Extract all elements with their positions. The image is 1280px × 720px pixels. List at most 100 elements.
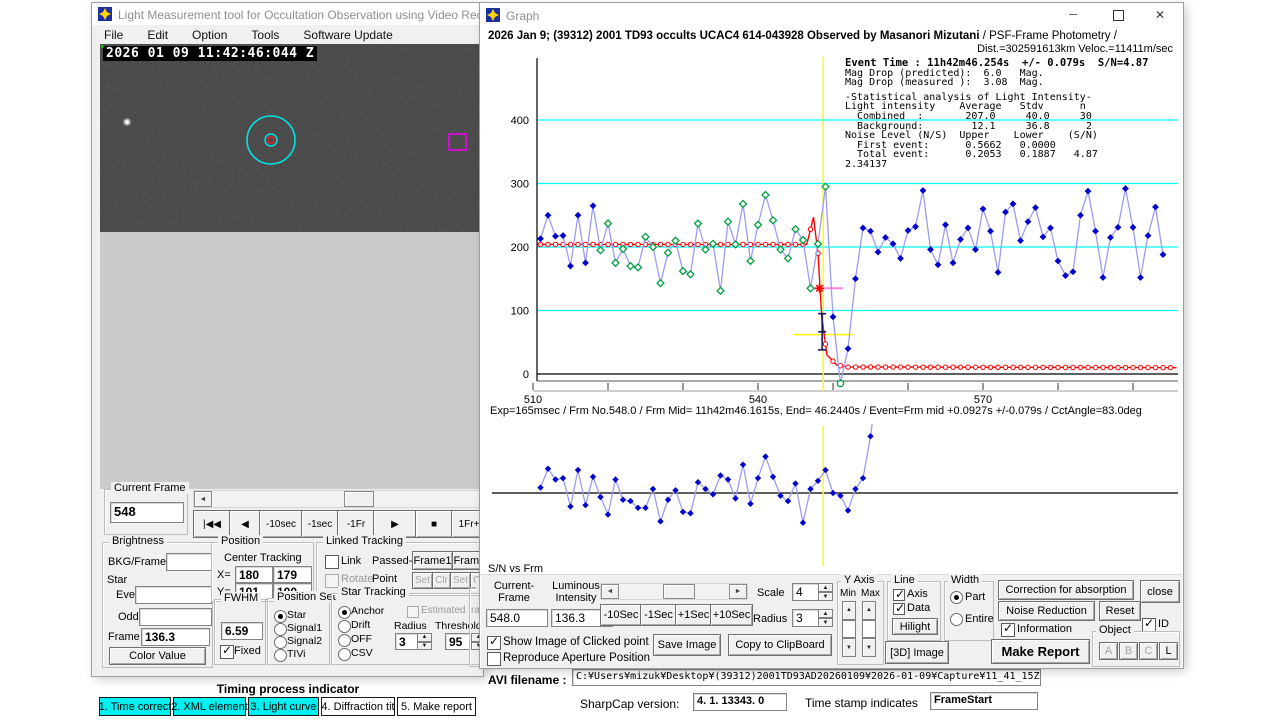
menu-tools[interactable]: Tools — [239, 26, 291, 44]
star-tracking-anchor-radio[interactable] — [338, 606, 351, 619]
current-frame-label: Current Frame — [111, 482, 189, 494]
set2-button[interactable]: Set — [450, 572, 471, 589]
graph-step-minus10sec-button[interactable]: -10Sec — [600, 604, 642, 626]
rotate-checkbox[interactable] — [325, 574, 339, 588]
scrollbar-thumb[interactable] — [344, 491, 374, 507]
reset-button[interactable]: Reset — [1099, 601, 1141, 621]
exposure-footer: Exp=165msec / Frm No.548.0 / Frm Mid= 11… — [490, 405, 1142, 417]
timestamp-indicates-field[interactable]: FrameStart — [930, 692, 1038, 710]
model-marker — [1101, 365, 1105, 369]
ytick-200: 200 — [511, 242, 529, 254]
star-tracking-csv-radio[interactable] — [338, 648, 351, 661]
close-window-button[interactable]: ✕ — [1140, 3, 1180, 27]
3d-image-button[interactable]: [3D] Image — [885, 641, 949, 664]
odd-field[interactable] — [139, 608, 212, 626]
object-b-button[interactable]: B — [1119, 642, 1138, 660]
star-tracking-label: Star Tracking — [338, 586, 409, 598]
estimated-track-checkbox[interactable] — [407, 606, 419, 618]
transport-minus-10sec-button[interactable]: -10sec — [259, 510, 303, 538]
position-set-tivi-radio[interactable] — [274, 649, 287, 662]
y-max-spinner[interactable]: ▲▼ — [862, 601, 876, 657]
reproduce-aperture-checkbox[interactable] — [487, 652, 501, 666]
graph-scrollbar-thumb[interactable] — [663, 584, 695, 599]
desktop: Light Measurement tool for Occultation O… — [0, 0, 1280, 720]
save-image-button[interactable]: Save Image — [653, 634, 721, 656]
position-label: Position — [218, 535, 263, 547]
set1-button[interactable]: Set — [412, 572, 433, 589]
position-set-group: Position Set StarSignal1Signal2TIVi — [267, 598, 330, 665]
residual-point — [597, 494, 603, 500]
transport-stop-button[interactable]: ■ — [415, 510, 453, 538]
video-frame[interactable]: 2026 01 09 11:42:46:044 Z — [100, 44, 480, 232]
sharpcap-version-field[interactable]: 4. 1. 13343. 0 — [693, 693, 787, 711]
frame-brightness-label: Frame — [108, 631, 140, 643]
menu-edit[interactable]: Edit — [135, 26, 180, 44]
x-tracking-field[interactable]: 179 — [273, 566, 312, 583]
scale-field[interactable]: 4 — [792, 583, 820, 601]
bkg-frame-field[interactable] — [166, 553, 212, 571]
frame-scrollbar[interactable]: ◄ — [193, 490, 483, 508]
y-min-spinner[interactable]: ▲▼ — [842, 601, 856, 657]
avi-filename-field[interactable]: C:¥Users¥mizuk¥Desktop¥(39312)2001TD93AD… — [572, 669, 1041, 686]
correction-absorption-button[interactable]: Correction for absorption — [998, 580, 1134, 600]
menu-file[interactable]: File — [92, 26, 135, 44]
fwhm-field[interactable]: 6.59 — [221, 622, 263, 640]
noise-reduction-button[interactable]: Noise Reduction — [998, 601, 1095, 621]
transport-minus-1sec-button[interactable]: -1sec — [301, 510, 339, 538]
graph-step-plus1sec-button[interactable]: +1Sec — [675, 604, 712, 626]
gw-current-frame-field[interactable]: 548.0 — [486, 609, 548, 627]
frame2-button[interactable]: Frame2 — [452, 551, 483, 570]
graph-scrollbar-left-arrow-icon[interactable]: ◄ — [601, 584, 619, 599]
graph-step-minus1sec-button[interactable]: -1Sec — [640, 604, 677, 626]
color-value-button[interactable]: Color Value — [109, 647, 206, 665]
information-checkbox[interactable] — [1001, 623, 1015, 637]
fwhm-fixed-checkbox[interactable] — [220, 645, 234, 659]
close-graph-button[interactable]: close — [1140, 580, 1180, 603]
data-point-open-diamond — [680, 268, 687, 275]
frame1-button[interactable]: Frame1 — [412, 551, 453, 570]
object-a-button[interactable]: A — [1099, 642, 1118, 660]
show-image-checkbox[interactable] — [487, 636, 501, 650]
make-report-button[interactable]: Make Report — [991, 639, 1090, 664]
maximize-button[interactable] — [1098, 3, 1138, 27]
tracking-radius-spinner[interactable]: ▲▼ — [417, 633, 432, 650]
star-tracking-drift-radio[interactable] — [338, 620, 351, 633]
transport-plus-1frame-button[interactable]: 1Fr+ — [451, 510, 483, 538]
object-l-button[interactable]: L — [1159, 642, 1178, 660]
frame-brightness-field[interactable]: 136.3 — [141, 628, 210, 646]
width-entire-radio[interactable] — [950, 613, 963, 626]
hilight-button[interactable]: Hilight — [892, 618, 938, 635]
star-tracking-off-radio[interactable] — [338, 634, 351, 647]
graph-radius-field[interactable]: 3 — [792, 609, 820, 627]
residual-point — [687, 510, 693, 516]
current-frame-field[interactable]: 548 — [110, 502, 184, 523]
menu-software-update[interactable]: Software Update — [291, 26, 404, 44]
width-part-radio[interactable] — [950, 591, 963, 604]
menu-option[interactable]: Option — [180, 26, 239, 44]
clr1-button[interactable]: Clr — [432, 572, 451, 589]
object-c-button[interactable]: C — [1139, 642, 1158, 660]
id-checkbox[interactable] — [1142, 618, 1156, 632]
transport-skip-start-button[interactable]: |◀◀ — [193, 510, 231, 538]
position-set-star-radio[interactable] — [274, 610, 287, 623]
minimize-button[interactable]: ─ — [1053, 3, 1093, 27]
transport-minus-1frame-button[interactable]: -1Fr — [337, 510, 375, 538]
position-set-signal1-radio[interactable] — [274, 623, 287, 636]
data-point-diamond — [545, 212, 552, 219]
graph-scrollbar-right-arrow-icon[interactable]: ► — [729, 584, 747, 599]
residual-chart[interactable] — [488, 424, 1183, 570]
graph-step-plus10sec-button[interactable]: +10Sec — [710, 604, 753, 626]
even-field[interactable] — [135, 586, 212, 604]
position-set-signal2-radio[interactable] — [274, 636, 287, 649]
scale-spinner[interactable]: ▲▼ — [818, 583, 833, 601]
x-center-field[interactable]: 180 — [235, 566, 273, 583]
transport-play-button[interactable]: ▶ — [373, 510, 417, 538]
copy-clipboard-button[interactable]: Copy to ClipBoard — [728, 634, 832, 656]
line-data-checkbox[interactable] — [893, 603, 905, 615]
graph-radius-spinner[interactable]: ▲▼ — [818, 609, 833, 627]
line-axis-checkbox[interactable] — [893, 589, 905, 601]
scrollbar-left-arrow-icon[interactable]: ◄ — [194, 491, 212, 507]
graph-scrollbar[interactable]: ◄ ► — [600, 583, 748, 600]
link-checkbox[interactable] — [325, 555, 339, 569]
transport-step-back-button[interactable]: ◀ — [229, 510, 261, 538]
